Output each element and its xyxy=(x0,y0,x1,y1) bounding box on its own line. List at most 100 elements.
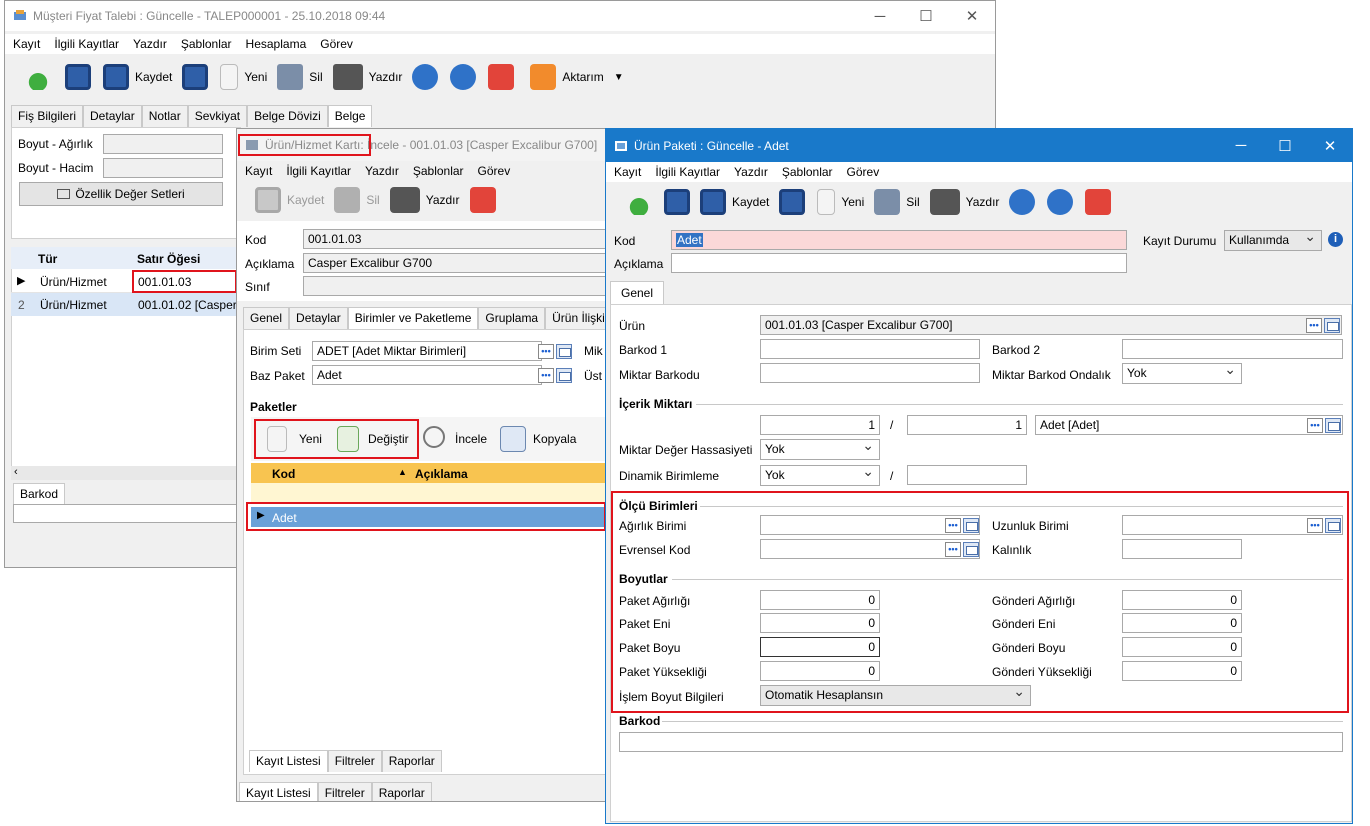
menu-yazdir[interactable]: Yazdır xyxy=(133,37,167,51)
tab-detaylar[interactable]: Detaylar xyxy=(83,105,142,127)
approve-icon[interactable] xyxy=(1085,189,1112,215)
tab-filtreler[interactable]: Filtreler xyxy=(327,750,382,772)
tab-urun-iliskiler[interactable]: Ürün İlişkiler xyxy=(545,307,609,329)
tab-filtreler[interactable]: Filtreler xyxy=(317,782,372,801)
delete-icon[interactable] xyxy=(874,189,901,215)
tab-kayit-listesi[interactable]: Kayıt Listesi xyxy=(239,782,318,801)
save-icon[interactable] xyxy=(255,187,281,213)
delete-label[interactable]: Sil xyxy=(906,195,919,209)
menu-yazdir[interactable]: Yazdır xyxy=(365,164,399,178)
maximize-button[interactable]: ☐ xyxy=(1262,129,1308,162)
aciklama-field[interactable] xyxy=(671,253,1127,273)
tab-sevkiyat[interactable]: Sevkiyat xyxy=(187,105,248,127)
tab-gruplama[interactable]: Gruplama xyxy=(478,307,546,329)
kod-field[interactable]: Adet xyxy=(671,230,1127,250)
scroll-left-icon[interactable]: ‹ xyxy=(14,466,18,478)
delete-label[interactable]: Sil xyxy=(366,193,379,207)
urun-open-icon[interactable] xyxy=(1324,318,1340,333)
h-scrollbar[interactable] xyxy=(11,466,241,480)
tab-notlar[interactable]: Notlar xyxy=(141,105,188,127)
approve-icon[interactable] xyxy=(488,64,515,90)
birim-seti-field[interactable]: ADET [Adet Miktar Birimleri] xyxy=(312,341,542,361)
tab-birimler-paketleme[interactable]: Birimler ve Paketleme xyxy=(347,307,479,329)
arrow-up-icon[interactable] xyxy=(412,64,439,90)
save-icon[interactable] xyxy=(103,64,129,90)
miktar-barkod-ondalik-select[interactable]: Yok xyxy=(1122,360,1242,384)
print-label[interactable]: Yazdır xyxy=(426,193,460,207)
aciklama-field[interactable]: Casper Excalibur G700 xyxy=(303,253,609,273)
birim-lookup-icon[interactable]: ••• xyxy=(1307,418,1323,433)
new-label[interactable]: Yeni xyxy=(244,70,267,84)
volume-field[interactable] xyxy=(103,158,223,178)
urun-field[interactable]: 001.01.03 [Casper Excalibur G700] xyxy=(760,315,1342,335)
menu-hesaplama[interactable]: Hesaplama xyxy=(246,37,307,51)
birim-seti-open-icon[interactable] xyxy=(556,344,572,359)
miktar-barkodu-field[interactable] xyxy=(760,363,980,383)
tab-genel[interactable]: Genel xyxy=(610,281,665,305)
save-icon[interactable] xyxy=(700,189,726,215)
birim-open-icon[interactable] xyxy=(1325,418,1341,433)
paket-inspect-label[interactable]: İncele xyxy=(455,432,487,446)
copy-icon[interactable] xyxy=(500,426,526,452)
arrow-down-icon[interactable] xyxy=(1047,189,1074,215)
tab-raporlar[interactable]: Raporlar xyxy=(381,750,442,772)
weight-field[interactable] xyxy=(103,134,223,154)
save-label[interactable]: Kaydet xyxy=(287,193,324,207)
hassasiyet-select[interactable]: Yok xyxy=(760,436,880,460)
tab-belge-dovizi[interactable]: Belge Dövizi xyxy=(247,105,328,127)
dinamik-field[interactable] xyxy=(907,465,1027,485)
dinamik-select[interactable]: Yok xyxy=(760,462,880,486)
tab-detaylar[interactable]: Detaylar xyxy=(289,307,348,329)
menu-sablonlar[interactable]: Şablonlar xyxy=(782,165,833,179)
sinif-field[interactable] xyxy=(303,276,609,296)
close-button[interactable]: ✕ xyxy=(949,1,995,31)
tab-genel[interactable]: Genel xyxy=(243,307,290,329)
minimize-button[interactable]: ─ xyxy=(1218,129,1264,162)
save-new-icon[interactable] xyxy=(65,64,91,90)
magnifier-icon[interactable] xyxy=(423,426,445,448)
close-button[interactable]: ✕ xyxy=(1307,129,1352,162)
barcode-tab[interactable]: Barkod xyxy=(13,483,66,505)
save-label[interactable]: Kaydet xyxy=(135,70,172,84)
kayit-durumu-select[interactable]: Kullanımda xyxy=(1224,227,1322,251)
baz-paket-lookup-icon[interactable]: ••• xyxy=(538,368,554,383)
delete-icon[interactable] xyxy=(277,64,304,90)
new-doc-icon[interactable] xyxy=(220,64,239,90)
paket-copy-label[interactable]: Kopyala xyxy=(533,432,576,446)
property-sets-button[interactable]: Özellik Değer Setleri xyxy=(19,182,223,206)
save-new-icon[interactable] xyxy=(664,189,690,215)
baz-paket-field[interactable]: Adet xyxy=(312,365,542,385)
new-doc-icon[interactable] xyxy=(817,189,836,215)
info-icon[interactable]: i xyxy=(1328,232,1343,247)
menu-kayit[interactable]: Kayıt xyxy=(614,165,641,179)
paket-grid-aciklama[interactable]: Açıklama xyxy=(415,467,468,481)
new-label[interactable]: Yeni xyxy=(841,195,864,209)
new-record-icon[interactable] xyxy=(626,189,652,215)
transfer-dropdown-icon[interactable]: ▼ xyxy=(614,72,624,83)
print-label[interactable]: Yazdır xyxy=(369,70,403,84)
menu-ilgili-kayitlar[interactable]: İlgili Kayıtlar xyxy=(655,165,720,179)
menu-sablonlar[interactable]: Şablonlar xyxy=(413,164,464,178)
printer-icon[interactable] xyxy=(389,187,420,213)
tab-raporlar[interactable]: Raporlar xyxy=(371,782,432,801)
icerik-q1-field[interactable]: 1 xyxy=(760,415,880,435)
delete-label[interactable]: Sil xyxy=(309,70,322,84)
baz-paket-open-icon[interactable] xyxy=(556,368,572,383)
menu-gorev[interactable]: Görev xyxy=(478,164,511,178)
icerik-q2-field[interactable]: 1 xyxy=(907,415,1027,435)
maximize-button[interactable]: ☐ xyxy=(903,1,949,31)
menu-sablonlar[interactable]: Şablonlar xyxy=(181,37,232,51)
tab-belge[interactable]: Belge xyxy=(327,105,373,127)
new-record-icon[interactable] xyxy=(25,64,51,90)
menu-kayit[interactable]: Kayıt xyxy=(245,164,272,178)
menu-ilgili-kayitlar[interactable]: İlgili Kayıtlar xyxy=(286,164,351,178)
printer-icon[interactable] xyxy=(332,64,363,90)
menu-gorev[interactable]: Görev xyxy=(320,37,353,51)
birim-seti-lookup-icon[interactable]: ••• xyxy=(538,344,554,359)
delete-icon[interactable] xyxy=(334,187,361,213)
barcode-field[interactable] xyxy=(13,504,243,523)
menu-ilgili-kayitlar[interactable]: İlgili Kayıtlar xyxy=(54,37,119,51)
transfer-label[interactable]: Aktarım xyxy=(562,70,603,84)
urun-lookup-icon[interactable]: ••• xyxy=(1306,318,1322,333)
approve-icon[interactable] xyxy=(469,187,496,213)
